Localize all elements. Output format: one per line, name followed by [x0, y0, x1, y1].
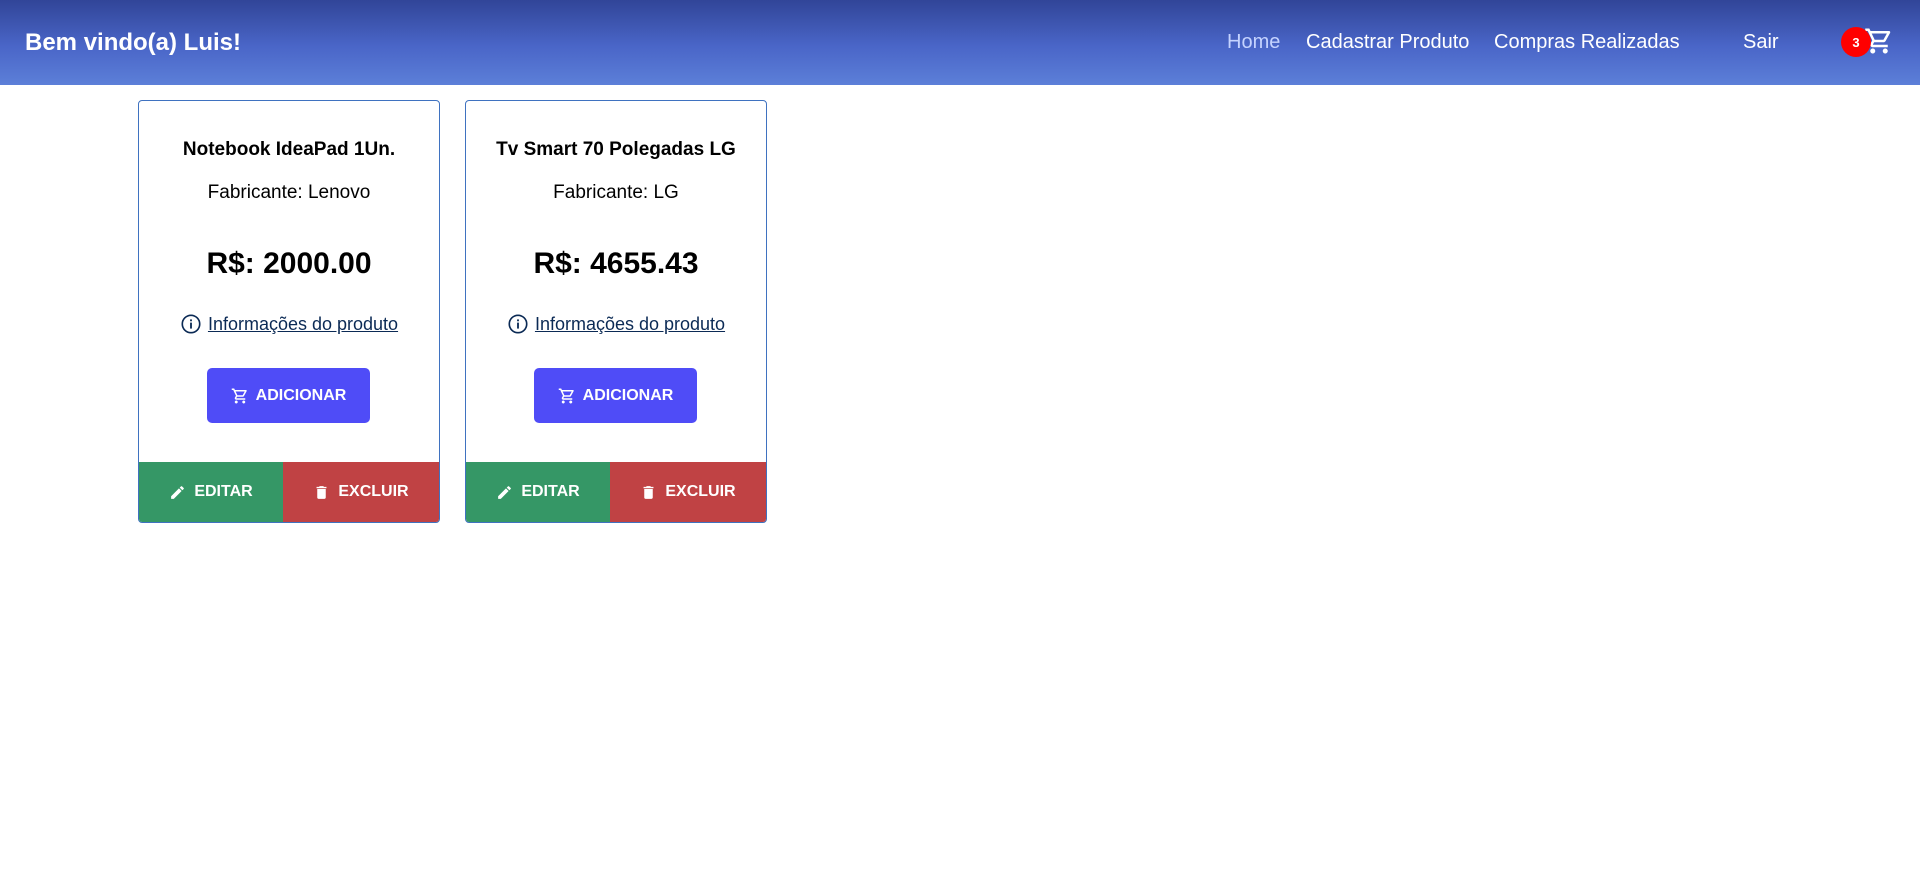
delete-button[interactable]: EXCLUIR [283, 462, 439, 522]
add-button-label: ADICIONAR [255, 386, 347, 404]
nav-purchases[interactable]: Compras Realizadas [1494, 0, 1680, 85]
info-icon [507, 313, 529, 335]
edit-button[interactable]: EDITAR [466, 462, 610, 522]
add-cart-icon [558, 387, 576, 405]
product-card: Notebook IdeaPad 1Un. Fabricante: Lenovo… [138, 100, 440, 523]
add-cart-icon [231, 387, 249, 405]
product-manufacturer: Fabricante: LG [553, 182, 679, 203]
info-link-text[interactable]: Informações do produto [208, 314, 398, 335]
trash-icon [640, 484, 657, 501]
add-button-label: ADICIONAR [582, 386, 674, 404]
top-navbar: Bem vindo(a) Luis! Home Cadastrar Produt… [0, 0, 1920, 85]
edit-button-label: EDITAR [521, 483, 580, 500]
cart-count-badge: 3 [1841, 27, 1871, 57]
delete-button[interactable]: EXCLUIR [610, 462, 766, 522]
pencil-icon [169, 484, 186, 501]
card-actions: EDITAR EXCLUIR [466, 462, 766, 522]
cart-button[interactable]: 3 [1838, 24, 1891, 60]
product-info-link[interactable]: Informações do produto [139, 313, 439, 335]
product-name: Tv Smart 70 Polegadas LG [496, 139, 736, 160]
trash-icon [313, 484, 330, 501]
nav-logout[interactable]: Sair [1743, 0, 1779, 85]
edit-button-label: EDITAR [194, 483, 253, 500]
delete-button-label: EXCLUIR [338, 483, 409, 500]
product-name: Notebook IdeaPad 1Un. [182, 139, 396, 160]
delete-button-label: EXCLUIR [665, 483, 736, 500]
add-to-cart-button[interactable]: ADICIONAR [534, 368, 697, 423]
card-actions: EDITAR EXCLUIR [139, 462, 439, 522]
add-to-cart-button[interactable]: ADICIONAR [207, 368, 370, 423]
info-icon [180, 313, 202, 335]
nav-register-product[interactable]: Cadastrar Produto [1306, 0, 1469, 85]
product-manufacturer: Fabricante: Lenovo [207, 182, 371, 203]
product-card: Tv Smart 70 Polegadas LG Fabricante: LG … [465, 100, 767, 523]
nav-home[interactable]: Home [1227, 0, 1280, 85]
product-price: R$: 2000.00 [206, 247, 372, 280]
product-price: R$: 4655.43 [533, 247, 699, 280]
pencil-icon [496, 484, 513, 501]
nav-links: Home Cadastrar Produto Compras Realizada… [0, 0, 1920, 85]
product-info-link[interactable]: Informações do produto [466, 313, 766, 335]
edit-button[interactable]: EDITAR [139, 462, 283, 522]
info-link-text[interactable]: Informações do produto [535, 314, 725, 335]
